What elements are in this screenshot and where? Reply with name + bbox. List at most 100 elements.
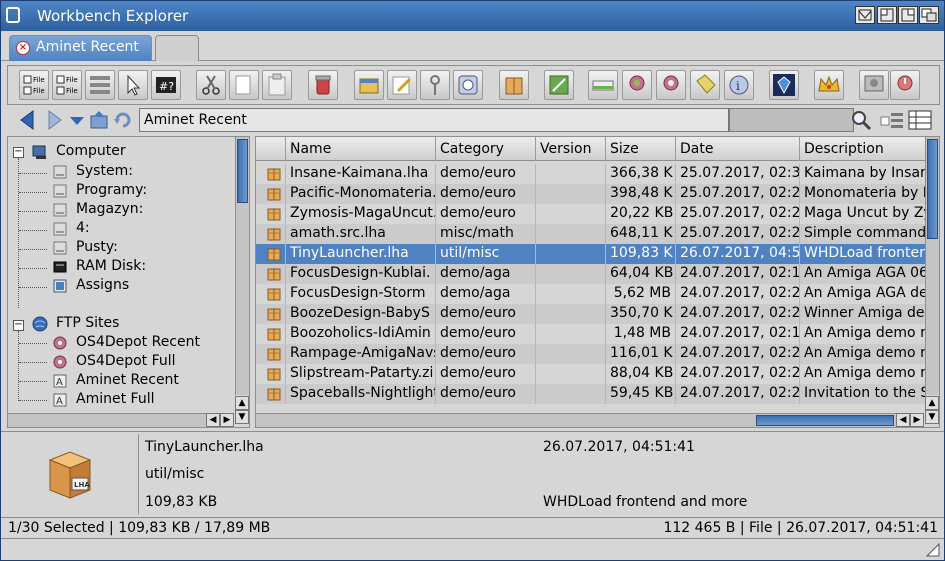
delete-button[interactable]: [308, 70, 338, 100]
table-row[interactable]: Zymosis-MagaUncut. demo/euro 20,22 KB 25.07…: [256, 204, 926, 224]
scroll-down-button[interactable]: ▼: [235, 410, 249, 424]
paste-icon: [268, 73, 286, 96]
tree-expander-ftp[interactable]: −: [13, 320, 24, 331]
depth-button[interactable]: [919, 6, 939, 24]
scrollbar-thumb[interactable]: [237, 139, 248, 203]
history-button[interactable]: [67, 109, 87, 131]
forward-button[interactable]: [43, 109, 63, 131]
filter-button[interactable]: #?: [151, 70, 181, 100]
bookmark-button[interactable]: [690, 70, 720, 100]
close-tab-icon[interactable]: ×: [16, 41, 30, 55]
tab-aminet-recent[interactable]: × Aminet Recent: [9, 35, 152, 61]
cell-category: util/misc: [436, 244, 536, 264]
tree-expander-computer[interactable]: −: [13, 147, 24, 158]
iconify-icon: [858, 9, 872, 21]
edit-button[interactable]: [544, 70, 574, 100]
table-row[interactable]: Pacific-Monomateria.l demo/euro 398,48 K 25…: [256, 184, 926, 204]
maximize-button[interactable]: [898, 6, 918, 24]
path-field[interactable]: Aminet Recent: [139, 108, 729, 132]
quit-button[interactable]: [890, 70, 920, 100]
table-row[interactable]: FocusDesign-Kublai. demo/aga 64,04 KB 24.07…: [256, 264, 926, 284]
paste-button[interactable]: [262, 70, 292, 100]
rename-icon: [392, 76, 412, 95]
column-header-category[interactable]: Category: [436, 137, 536, 161]
gem-button[interactable]: [769, 70, 799, 100]
column-header-date[interactable]: Date: [676, 137, 800, 161]
iconify-button[interactable]: [855, 6, 875, 24]
cut-button[interactable]: [196, 70, 226, 100]
resize-handle-icon[interactable]: [926, 543, 940, 557]
file-label: File: [33, 87, 45, 95]
search-button[interactable]: [849, 109, 873, 131]
title-bar[interactable]: Workbench Explorer: [1, 1, 944, 31]
view-mode-button[interactable]: [907, 109, 933, 131]
drive-button[interactable]: [588, 70, 618, 100]
remote-site-icon: [53, 355, 67, 369]
table-row[interactable]: Slipstream-Patarty.zi demo/euro 88,04 KB 24…: [256, 364, 926, 384]
table-row[interactable]: amath.src.lha misc/math 648,11 K 25.07.2017…: [256, 224, 926, 244]
cell-size: 88,04 KB: [606, 364, 676, 384]
scroll-left-button[interactable]: ◀: [896, 413, 910, 427]
svg-text:A: A: [56, 396, 63, 407]
column-header-name[interactable]: Name: [286, 137, 436, 161]
table-row[interactable]: Rampage-AmigaNavs demo/euro 116,01 K 24.07.…: [256, 344, 926, 364]
table-row[interactable]: FocusDesign-Storm demo/aga 5,62 MB 24.07.20…: [256, 284, 926, 304]
cell-category: demo/euro: [436, 304, 536, 324]
table-row[interactable]: Spaceballs-Nightlight demo/euro 59,45 KB 24…: [256, 384, 926, 404]
list-horizontal-scrollbar[interactable]: [256, 413, 896, 427]
file-label: File: [66, 87, 78, 95]
depth-icon: [921, 8, 937, 22]
cell-desc: Monomateria by F: [800, 184, 926, 204]
grid-view-button[interactable]: [85, 70, 115, 100]
layers-button[interactable]: [354, 70, 384, 100]
cell-version: [536, 284, 606, 304]
search-icon: [852, 111, 872, 131]
tab-new[interactable]: [155, 35, 199, 61]
settings-button[interactable]: [859, 70, 889, 100]
refresh-button[interactable]: [113, 109, 133, 131]
rename-button[interactable]: [387, 70, 417, 100]
cell-name: TinyLauncher.lha: [286, 244, 436, 264]
table-row[interactable]: TinyLauncher.lha util/misc 109,83 K 26.07.2…: [256, 244, 926, 264]
detail-view-button[interactable]: File File: [52, 70, 82, 100]
scroll-down-button[interactable]: ▼: [925, 410, 939, 424]
zoom-button[interactable]: [877, 6, 897, 24]
column-header-icon[interactable]: [256, 137, 286, 161]
prefs-button[interactable]: [814, 70, 844, 100]
select-button[interactable]: [118, 70, 148, 100]
table-row[interactable]: BoozeDesign-BabyS demo/euro 350,70 K 24.07.…: [256, 304, 926, 324]
tree-vertical-scrollbar[interactable]: [235, 137, 249, 395]
scrollbar-thumb[interactable]: [927, 139, 938, 239]
scroll-up-button[interactable]: ▲: [235, 396, 249, 410]
column-header-version[interactable]: Version: [536, 137, 606, 161]
tag-icon: [696, 74, 716, 94]
archive-button[interactable]: [499, 70, 529, 100]
scroll-right-button[interactable]: ▶: [220, 413, 234, 427]
scrollbar-thumb[interactable]: [756, 415, 894, 426]
about-button[interactable]: i: [724, 70, 754, 100]
table-row[interactable]: Boozoholics-IdiAmin demo/euro 1,48 MB 24.07…: [256, 324, 926, 344]
list-view-button[interactable]: File File: [19, 70, 49, 100]
window-title: Workbench Explorer: [37, 7, 189, 25]
table-row[interactable]: Insane-Kaimana.lha demo/euro 366,38 K 25.07…: [256, 164, 926, 184]
protect-button[interactable]: [420, 70, 450, 100]
copy-button[interactable]: [229, 70, 259, 100]
tree-item-label: System:: [76, 163, 133, 179]
search-input[interactable]: [729, 108, 854, 132]
sort-button[interactable]: [879, 109, 905, 131]
list-vertical-scrollbar[interactable]: [925, 137, 939, 395]
parent-button[interactable]: [89, 109, 109, 131]
cell-name: Rampage-AmigaNavs: [286, 344, 436, 364]
close-window-icon[interactable]: [6, 7, 20, 23]
scroll-left-button[interactable]: ◀: [206, 413, 220, 427]
information-button[interactable]: [453, 70, 483, 100]
column-header-size[interactable]: Size: [606, 137, 676, 161]
tree-horizontal-scrollbar[interactable]: [8, 413, 206, 427]
disconnect-button[interactable]: [656, 70, 686, 100]
scroll-up-button[interactable]: ▲: [925, 396, 939, 410]
connect-button[interactable]: [622, 70, 652, 100]
cell-desc: Winner Amiga de: [800, 304, 926, 324]
back-button[interactable]: [19, 109, 39, 131]
column-header-description[interactable]: Description: [800, 137, 926, 161]
scroll-right-button[interactable]: ▶: [910, 413, 924, 427]
